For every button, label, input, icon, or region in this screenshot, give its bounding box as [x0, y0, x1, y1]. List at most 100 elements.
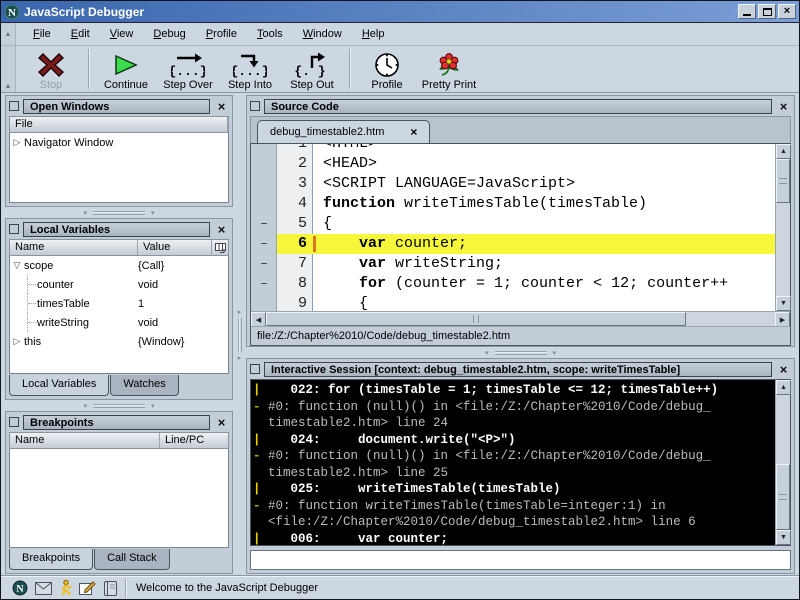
- close-panel-icon[interactable]: ×: [214, 416, 229, 429]
- variable-row[interactable]: countervoid: [10, 275, 228, 294]
- column-header-name[interactable]: Name: [10, 240, 138, 255]
- app-window: N JavaScript Debugger × ▲ FileEditViewDe…: [0, 0, 800, 600]
- breakable-mark[interactable]: [251, 294, 277, 311]
- source-line-5[interactable]: –5{: [251, 214, 775, 234]
- menu-item-window[interactable]: Window: [294, 26, 351, 42]
- breakable-mark[interactable]: [251, 154, 277, 174]
- tab-watches[interactable]: Watches: [110, 375, 178, 396]
- menu-item-file[interactable]: File: [24, 26, 60, 42]
- column-header-line-pc[interactable]: Line/PC: [160, 433, 228, 448]
- panel-menu-icon[interactable]: [9, 101, 19, 111]
- stop-button[interactable]: Stop: [20, 46, 82, 92]
- tab-call-stack[interactable]: Call Stack: [94, 549, 170, 570]
- maximize-button[interactable]: [758, 4, 776, 19]
- close-tab-icon[interactable]: ×: [410, 125, 417, 139]
- panel-menu-icon[interactable]: [9, 417, 19, 427]
- menu-item-tools[interactable]: Tools: [248, 26, 292, 42]
- column-splitter[interactable]: ▸▸: [233, 95, 246, 574]
- source-horizontal-scrollbar[interactable]: ◀ ▶: [251, 311, 790, 326]
- expander-icon[interactable]: ▷: [10, 336, 24, 347]
- panel-title[interactable]: Local Variables: [23, 222, 210, 237]
- scrollbar-thumb[interactable]: [776, 159, 790, 203]
- source-line-9[interactable]: 9 {: [251, 294, 775, 311]
- step-into-button[interactable]: {...} Step Into: [219, 46, 281, 92]
- column-header-name[interactable]: Name: [10, 433, 160, 448]
- source-line-1[interactable]: 1<HTML>: [251, 144, 775, 154]
- breakable-mark[interactable]: [251, 194, 277, 214]
- source-line-4[interactable]: 4function writeTimesTable(timesTable): [251, 194, 775, 214]
- panel-title[interactable]: Open Windows: [23, 99, 210, 114]
- column-header-value[interactable]: Value: [138, 240, 211, 255]
- scroll-right-icon[interactable]: ▶: [775, 312, 790, 327]
- source-line-7[interactable]: –7 var writeString;: [251, 254, 775, 274]
- variable-row[interactable]: ▷this{Window}: [10, 332, 228, 351]
- navigator-icon[interactable]: N: [12, 580, 28, 596]
- composer-icon[interactable]: [79, 581, 96, 595]
- profile-button[interactable]: Profile: [356, 46, 418, 92]
- source-line-2[interactable]: 2<HEAD>: [251, 154, 775, 174]
- scroll-up-icon[interactable]: ▲: [776, 144, 791, 159]
- expander-icon[interactable]: ▷: [10, 137, 24, 148]
- menu-item-edit[interactable]: Edit: [62, 26, 99, 42]
- pretty-print-button[interactable]: Pretty Print: [418, 46, 480, 92]
- breakable-mark[interactable]: –: [251, 234, 277, 254]
- menu-item-profile[interactable]: Profile: [197, 26, 246, 42]
- tree-item[interactable]: ▷Navigator Window: [10, 133, 228, 152]
- menu-item-debug[interactable]: Debug: [144, 26, 194, 42]
- panel-menu-icon[interactable]: [250, 364, 260, 374]
- step-out-button[interactable]: {. } Step Out: [281, 46, 343, 92]
- close-panel-icon[interactable]: ×: [776, 363, 791, 376]
- step-over-button[interactable]: {...} Step Over: [157, 46, 219, 92]
- panel-splitter[interactable]: ▾▾: [5, 207, 233, 218]
- breakable-mark[interactable]: –: [251, 274, 277, 294]
- column-header-file[interactable]: File: [10, 117, 228, 132]
- source-line-8[interactable]: –8 for (counter = 1; counter < 12; count…: [251, 274, 775, 294]
- menu-item-view[interactable]: View: [101, 26, 143, 42]
- scrollbar-thumb[interactable]: [776, 464, 790, 530]
- source-vertical-scrollbar[interactable]: ▲ ▼: [775, 144, 790, 311]
- breakable-mark[interactable]: [251, 144, 277, 154]
- scroll-up-icon[interactable]: ▲: [776, 380, 791, 395]
- variable-row[interactable]: timesTable1: [10, 294, 228, 313]
- close-panel-icon[interactable]: ×: [776, 100, 791, 113]
- mail-icon[interactable]: [35, 582, 52, 595]
- panel-menu-icon[interactable]: [9, 224, 19, 234]
- continue-button[interactable]: Continue: [95, 46, 157, 92]
- console-input[interactable]: [250, 550, 791, 570]
- session-console[interactable]: | 022: for (timesTable = 1; timesTable <…: [251, 380, 775, 545]
- tab-breakpoints[interactable]: Breakpoints: [9, 549, 93, 570]
- variable-row[interactable]: ▽scope{Call}: [10, 256, 228, 275]
- minimize-button[interactable]: [738, 4, 756, 19]
- close-panel-icon[interactable]: ×: [214, 100, 229, 113]
- close-panel-icon[interactable]: ×: [214, 223, 229, 236]
- panel-title[interactable]: Breakpoints: [23, 415, 210, 430]
- breakable-mark[interactable]: –: [251, 214, 277, 234]
- menubar-collapse-grippy[interactable]: ▲: [1, 23, 16, 45]
- panel-splitter[interactable]: ▾▾: [5, 400, 233, 411]
- scroll-down-icon[interactable]: ▼: [776, 530, 791, 545]
- source-tab[interactable]: debug_timestable2.htm ×: [257, 120, 430, 143]
- menu-item-help[interactable]: Help: [353, 26, 394, 42]
- source-line-6[interactable]: –6 var counter;: [251, 234, 775, 254]
- scroll-down-icon[interactable]: ▼: [776, 296, 791, 311]
- flower-icon: [435, 51, 463, 79]
- column-picker-icon[interactable]: [211, 240, 228, 255]
- instant-messenger-icon[interactable]: [59, 580, 72, 596]
- scrollbar-thumb[interactable]: [266, 312, 686, 326]
- address-book-icon[interactable]: [103, 581, 118, 596]
- console-vertical-scrollbar[interactable]: ▲ ▼: [775, 380, 790, 545]
- panel-splitter[interactable]: ▾▾: [246, 347, 795, 358]
- toolbar-collapse-grippy[interactable]: ▲: [1, 46, 16, 92]
- breakable-mark[interactable]: –: [251, 254, 277, 274]
- scroll-left-icon[interactable]: ◀: [251, 312, 266, 327]
- panel-title[interactable]: Interactive Session [context: debug_time…: [264, 362, 772, 377]
- source-line-3[interactable]: 3<SCRIPT LANGUAGE=JavaScript>: [251, 174, 775, 194]
- breakable-mark[interactable]: [251, 174, 277, 194]
- close-button[interactable]: ×: [778, 4, 796, 19]
- variable-row[interactable]: writeStringvoid: [10, 313, 228, 332]
- expander-icon[interactable]: ▽: [10, 260, 24, 271]
- panel-menu-icon[interactable]: [250, 101, 260, 111]
- panel-title[interactable]: Source Code: [264, 99, 772, 114]
- source-view[interactable]: 1<HTML>2<HEAD>3<SCRIPT LANGUAGE=JavaScri…: [251, 144, 775, 311]
- tab-local-variables[interactable]: Local Variables: [9, 375, 109, 396]
